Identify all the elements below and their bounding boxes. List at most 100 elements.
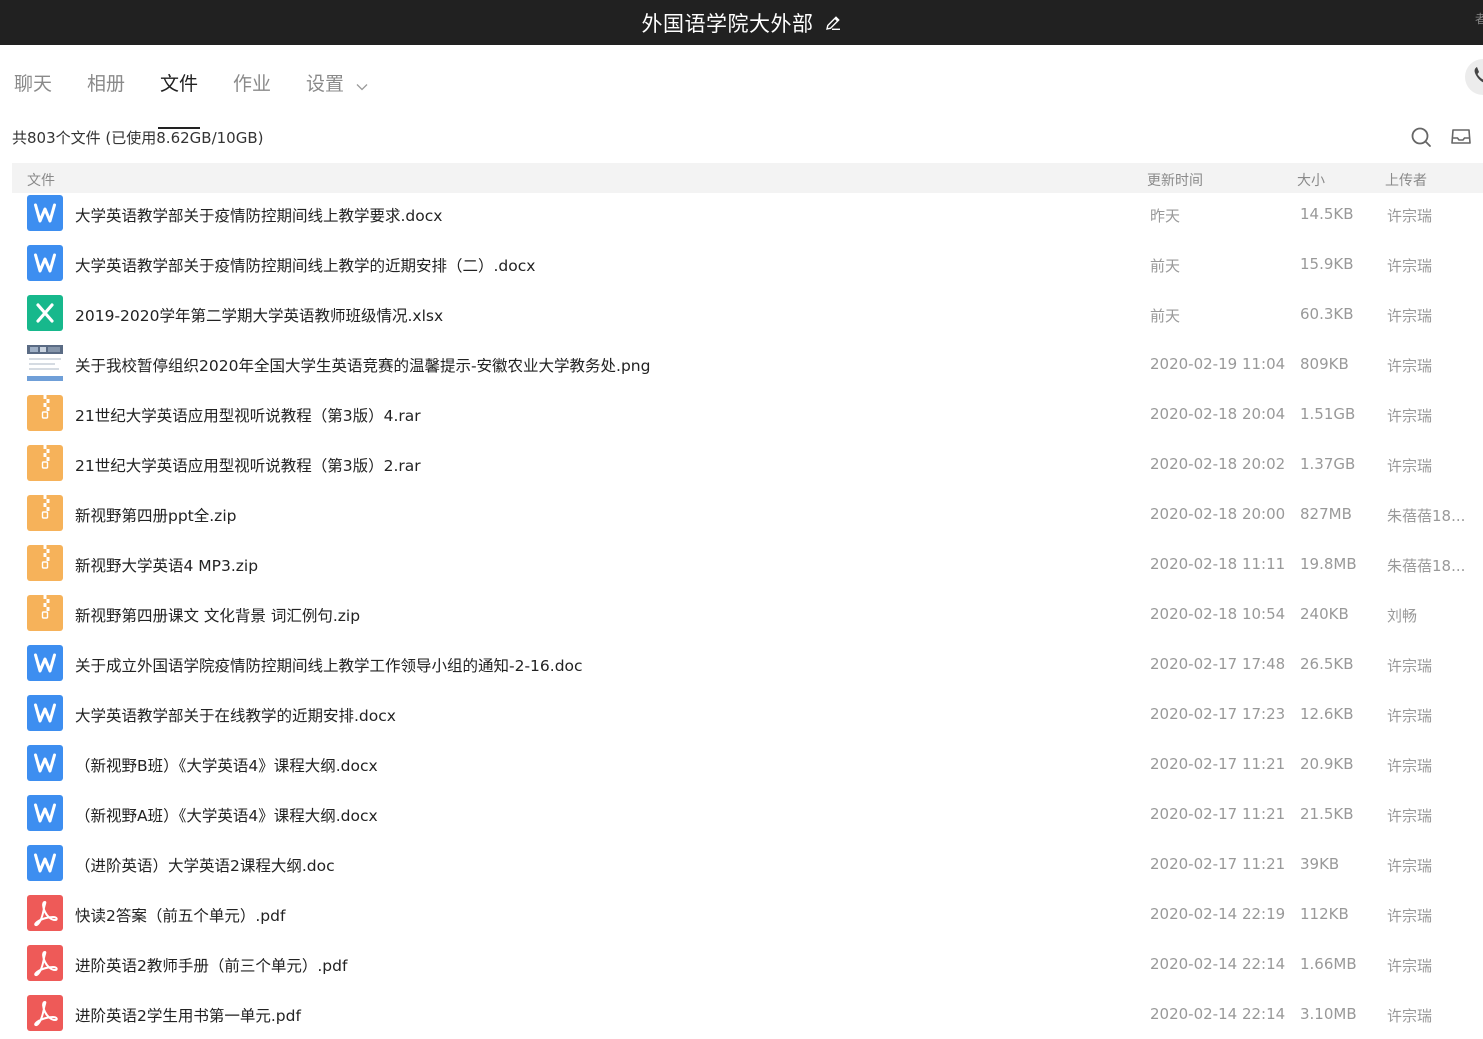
file-size: 827MB xyxy=(1300,505,1352,523)
word-doc-icon xyxy=(27,245,63,281)
file-time: 2020-02-14 22:14 xyxy=(1150,955,1286,973)
file-name[interactable]: 新视野大学英语4 MP3.zip xyxy=(75,554,258,576)
file-time: 2020-02-19 11:04 xyxy=(1150,355,1286,373)
file-summary: 共803个文件 (已使用8.62GB/10GB) xyxy=(12,129,264,147)
file-time: 2020-02-14 22:14 xyxy=(1150,1005,1286,1023)
file-time: 前天 xyxy=(1150,257,1181,275)
file-size: 39KB xyxy=(1300,855,1340,873)
tab-album[interactable]: 相册 xyxy=(87,69,125,105)
file-uploader: 许宗瑞 xyxy=(1387,907,1433,925)
file-size: 1.66MB xyxy=(1300,955,1357,973)
file-row[interactable]: 关于成立外国语学院疫情防控期间线上教学工作领导小组的通知-2-16.doc 202… xyxy=(0,639,1483,689)
file-size: 1.37GB xyxy=(1300,455,1356,473)
file-time: 2020-02-18 20:02 xyxy=(1150,455,1286,473)
file-row[interactable]: 进阶英语2教师手册（前三个单元）.pdf 2020-02-14 22:14 1.66… xyxy=(0,939,1483,989)
file-size: 809KB xyxy=(1300,355,1349,373)
file-size: 19.8MB xyxy=(1300,555,1357,573)
file-time: 2020-02-18 20:00 xyxy=(1150,505,1286,523)
file-row[interactable]: 快读2答案（前五个单元）.pdf 2020-02-14 22:19 112KB 许宗瑞 xyxy=(0,889,1483,939)
file-name[interactable]: 进阶英语2学生用书第一单元.pdf xyxy=(75,1004,301,1026)
file-name[interactable]: 21世纪大学英语应用型视听说教程（第3版）2.rar xyxy=(75,454,421,476)
file-name[interactable]: 关于成立外国语学院疫情防控期间线上教学工作领导小组的通知-2-16.doc xyxy=(75,654,583,676)
edit-pencil-icon[interactable] xyxy=(824,14,842,32)
file-size: 3.10MB xyxy=(1300,1005,1357,1023)
file-uploader: 许宗瑞 xyxy=(1387,757,1433,775)
phone-icon xyxy=(1473,66,1483,88)
file-time: 2020-02-17 11:21 xyxy=(1150,805,1286,823)
zip-archive-icon xyxy=(27,595,63,631)
inbox-icon[interactable] xyxy=(1450,126,1472,148)
file-row[interactable]: 新视野第四册课文 文化背景 词汇例句.zip 2020-02-18 10:54 24… xyxy=(0,589,1483,639)
zip-archive-icon xyxy=(27,495,63,531)
title-corner-text: 者 xyxy=(1474,12,1483,26)
file-uploader: 许宗瑞 xyxy=(1387,857,1433,875)
file-row[interactable]: 新视野大学英语4 MP3.zip 2020-02-18 11:11 19.8MB 朱蓓… xyxy=(0,539,1483,589)
zip-archive-icon xyxy=(27,395,63,431)
word-doc-icon xyxy=(27,695,63,731)
file-uploader: 许宗瑞 xyxy=(1387,257,1433,275)
file-name[interactable]: 快读2答案（前五个单元）.pdf xyxy=(75,904,285,926)
header-uploader[interactable]: 上传者 xyxy=(1385,170,1427,190)
header-time[interactable]: 更新时间 xyxy=(1147,170,1203,190)
file-row[interactable]: 21世纪大学英语应用型视听说教程（第3版）4.rar 2020-02-18 20:… xyxy=(0,389,1483,439)
file-time: 昨天 xyxy=(1150,207,1181,225)
file-row[interactable]: 2019-2020学年第二学期大学英语教师班级情况.xlsx 前天 60.3KB 许宗… xyxy=(0,289,1483,339)
group-title-container: 外国语学院大外部 xyxy=(0,0,1483,45)
file-row[interactable]: （新视野B班）《大学英语4》课程大纲.docx 2020-02-17 11:21 2… xyxy=(0,739,1483,789)
file-row[interactable]: （进阶英语）大学英语2课程大纲.doc 2020-02-17 11:21 39KB 许… xyxy=(0,839,1483,889)
image-thumbnail-icon xyxy=(27,345,63,381)
header-name[interactable]: 文件 xyxy=(27,170,55,190)
tab-homework-label: 作业 xyxy=(233,73,272,95)
file-name[interactable]: （进阶英语）大学英语2课程大纲.doc xyxy=(75,854,335,876)
file-row[interactable]: 大学英语教学部关于疫情防控期间线上教学的近期安排（二）.docx 前天 15.9KB… xyxy=(0,239,1483,289)
file-uploader: 刘畅 xyxy=(1387,607,1418,625)
file-name[interactable]: 大学英语教学部关于疫情防控期间线上教学的近期安排（二）.docx xyxy=(75,254,535,276)
file-name[interactable]: （新视野B班）《大学英语4》课程大纲.docx xyxy=(75,754,378,776)
file-size: 12.6KB xyxy=(1300,705,1354,723)
file-uploader: 许宗瑞 xyxy=(1387,957,1433,975)
file-uploader: 朱蓓蓓18... xyxy=(1387,557,1466,575)
tab-files-label: 文件 xyxy=(160,73,199,95)
tab-chat[interactable]: 聊天 xyxy=(14,69,52,105)
file-time: 2020-02-17 11:21 xyxy=(1150,755,1286,773)
file-size: 240KB xyxy=(1300,605,1349,623)
file-time: 2020-02-18 10:54 xyxy=(1150,605,1286,623)
file-row[interactable]: 21世纪大学英语应用型视听说教程（第3版）2.rar 2020-02-18 20:… xyxy=(0,439,1483,489)
word-doc-icon xyxy=(27,745,63,781)
tab-bar: 聊天 相册 文件 作业 设置 xyxy=(0,45,1483,129)
file-name[interactable]: 关于我校暂停组织2020年全国大学生英语竞赛的温馨提示-安徽农业大学教务处.pn… xyxy=(75,354,650,376)
file-row[interactable]: （新视野A班）《大学英语4》课程大纲.docx 2020-02-17 11:21 2… xyxy=(0,789,1483,839)
header-size[interactable]: 大小 xyxy=(1297,170,1325,190)
file-time: 2020-02-17 17:23 xyxy=(1150,705,1286,723)
file-time: 2020-02-18 20:04 xyxy=(1150,405,1286,423)
file-uploader: 许宗瑞 xyxy=(1387,457,1433,475)
file-name[interactable]: 新视野第四册课文 文化背景 词汇例句.zip xyxy=(75,604,360,626)
search-icon[interactable] xyxy=(1410,126,1432,148)
file-name[interactable]: 21世纪大学英语应用型视听说教程（第3版）4.rar xyxy=(75,404,421,426)
file-name[interactable]: 2019-2020学年第二学期大学英语教师班级情况.xlsx xyxy=(75,304,443,326)
word-doc-icon xyxy=(27,645,63,681)
tab-homework[interactable]: 作业 xyxy=(233,69,271,105)
file-name[interactable]: （新视野A班）《大学英语4》课程大纲.docx xyxy=(75,804,378,826)
file-row[interactable]: 大学英语教学部关于疫情防控期间线上教学要求.docx 昨天 14.5KB 许宗瑞 xyxy=(0,189,1483,239)
zip-archive-icon xyxy=(27,545,63,581)
file-row[interactable]: 关于我校暂停组织2020年全国大学生英语竞赛的温馨提示-安徽农业大学教务处.pn… xyxy=(0,339,1483,389)
tab-files[interactable]: 文件 xyxy=(157,69,201,129)
zip-archive-icon xyxy=(27,445,63,481)
file-row[interactable]: 进阶英语2学生用书第一单元.pdf 2020-02-14 22:14 3.10MB 许… xyxy=(0,989,1483,1039)
file-name[interactable]: 新视野第四册ppt全.zip xyxy=(75,504,236,526)
file-uploader: 许宗瑞 xyxy=(1387,407,1433,425)
tab-settings[interactable]: 设置 xyxy=(306,69,368,105)
file-row[interactable]: 新视野第四册ppt全.zip 2020-02-18 20:00 827MB 朱蓓蓓18… xyxy=(0,489,1483,539)
file-size: 26.5KB xyxy=(1300,655,1354,673)
file-name[interactable]: 大学英语教学部关于在线教学的近期安排.docx xyxy=(75,704,396,726)
tab-album-label: 相册 xyxy=(87,73,126,95)
group-title: 外国语学院大外部 xyxy=(641,11,814,36)
word-doc-icon xyxy=(27,845,63,881)
file-name[interactable]: 进阶英语2教师手册（前三个单元）.pdf xyxy=(75,954,347,976)
file-uploader: 许宗瑞 xyxy=(1387,207,1433,225)
file-row[interactable]: 大学英语教学部关于在线教学的近期安排.docx 2020-02-17 17:23 1… xyxy=(0,689,1483,739)
file-name[interactable]: 大学英语教学部关于疫情防控期间线上教学要求.docx xyxy=(75,204,442,226)
tab-settings-label: 设置 xyxy=(306,73,345,95)
file-size: 14.5KB xyxy=(1300,205,1354,223)
